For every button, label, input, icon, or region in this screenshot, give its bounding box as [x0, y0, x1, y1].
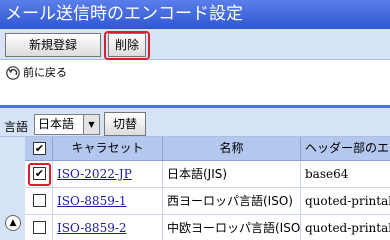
table-row: ISO-8859-2 中欧ヨーロッパ言語(ISO) quoted-printab… [25, 215, 390, 240]
charset-link[interactable]: ISO-8859-2 [57, 221, 127, 235]
row-check-cell [25, 188, 53, 214]
scroll-up-icon[interactable]: ▲ [5, 215, 21, 231]
delete-button[interactable]: 削除 [108, 33, 146, 57]
charset-cell: ISO-2022-JP [53, 161, 163, 187]
name-cell: 日本語(JIS) [163, 161, 301, 187]
switch-button[interactable]: 切替 [104, 112, 146, 136]
back-label: 前に戻る [23, 66, 67, 79]
encoding-cell: base64 [305, 167, 349, 181]
column-header-name[interactable]: 名称 [163, 137, 301, 160]
charset-link[interactable]: ISO-8859-1 [57, 194, 127, 208]
table-header-row: ✔ キャラセット 名称 ヘッダー部のエンコ [25, 137, 390, 161]
encoding-cell: quoted-printable [305, 221, 390, 235]
table-row: ✔ ISO-2022-JP 日本語(JIS) base64 [25, 161, 390, 188]
action-toolbar: 新規登録 削除 [0, 29, 390, 60]
language-selected-value: 日本語 [38, 117, 75, 131]
row-checkbox[interactable]: ✔ [33, 167, 46, 180]
row-checkbox[interactable] [33, 194, 46, 207]
row-check-cell: ✔ [25, 161, 53, 187]
language-select[interactable]: 日本語 ▼ [34, 114, 100, 135]
select-all-cell: ✔ [25, 137, 53, 160]
charset-cell: ISO-8859-1 [53, 188, 163, 214]
language-bar: 言語 日本語 ▼ 切替 [0, 105, 390, 137]
new-register-button[interactable]: 新規登録 [5, 33, 101, 57]
column-header-encoding[interactable]: ヘッダー部のエンコ [301, 137, 390, 160]
name-cell: 西ヨーロッパ言語(ISO) [163, 188, 301, 214]
name-cell: 中欧ヨーロッパ言語(ISO) [163, 215, 301, 240]
back-arrow-icon [6, 66, 20, 80]
charset-cell: ISO-8859-2 [53, 215, 163, 240]
grid-left-gutter: ▲ [0, 137, 25, 240]
charset-link[interactable]: ISO-2022-JP [57, 167, 132, 181]
encoding-cell: quoted-printable [305, 194, 390, 208]
select-all-checkbox[interactable]: ✔ [33, 142, 46, 155]
language-label: 言語 [4, 120, 29, 134]
column-header-charset[interactable]: キャラセット [53, 137, 163, 160]
page-title: メール送信時のエンコード設定 [0, 0, 390, 29]
table-row: ISO-8859-1 西ヨーロッパ言語(ISO) quoted-printabl… [25, 188, 390, 215]
row-check-cell [25, 215, 53, 240]
chevron-down-icon[interactable]: ▼ [83, 115, 99, 134]
row-checkbox[interactable] [33, 221, 46, 234]
